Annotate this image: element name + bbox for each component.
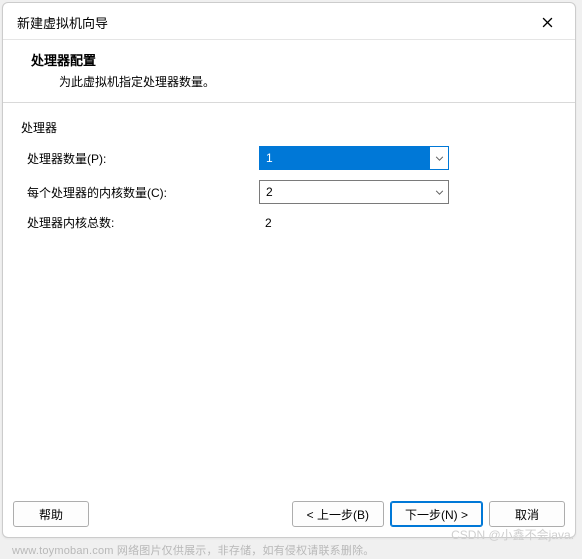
combobox-value: 1 — [260, 147, 430, 169]
close-button[interactable] — [529, 11, 565, 33]
titlebar: 新建虚拟机向导 — [3, 3, 575, 40]
row-total-cores: 处理器内核总数: 2 — [21, 214, 557, 231]
back-button[interactable]: < 上一步(B) — [292, 501, 384, 527]
wizard-header: 处理器配置 为此虚拟机指定处理器数量。 — [3, 40, 575, 103]
combobox-processor-count[interactable]: 1 — [259, 146, 449, 170]
chevron-down-icon — [430, 147, 448, 169]
chevron-down-icon — [430, 181, 448, 203]
row-processor-count: 处理器数量(P): 1 — [21, 146, 557, 170]
row-cores-per-processor: 每个处理器的内核数量(C): 2 — [21, 180, 557, 204]
value-total-cores: 2 — [259, 216, 272, 230]
group-label-processors: 处理器 — [21, 119, 557, 136]
next-button[interactable]: 下一步(N) > — [390, 501, 483, 527]
label-cores-per-processor: 每个处理器的内核数量(C): — [27, 184, 259, 201]
wizard-dialog: 新建虚拟机向导 处理器配置 为此虚拟机指定处理器数量。 处理器 处理器数量(P)… — [2, 2, 576, 538]
window-title: 新建虚拟机向导 — [17, 13, 108, 32]
cancel-button[interactable]: 取消 — [489, 501, 565, 527]
page-title: 处理器配置 — [31, 50, 557, 69]
wizard-content: 处理器 处理器数量(P): 1 每个处理器的内核数量(C): 2 处理器内核总数… — [3, 103, 575, 493]
watermark-right: CSDN @小鑫不会java. — [451, 526, 574, 543]
combobox-value: 2 — [260, 181, 430, 203]
label-total-cores: 处理器内核总数: — [27, 214, 259, 231]
combobox-cores-per-processor[interactable]: 2 — [259, 180, 449, 204]
label-processor-count: 处理器数量(P): — [27, 150, 259, 167]
close-icon — [542, 17, 553, 28]
help-button[interactable]: 帮助 — [13, 501, 89, 527]
page-subtitle: 为此虚拟机指定处理器数量。 — [59, 73, 557, 90]
